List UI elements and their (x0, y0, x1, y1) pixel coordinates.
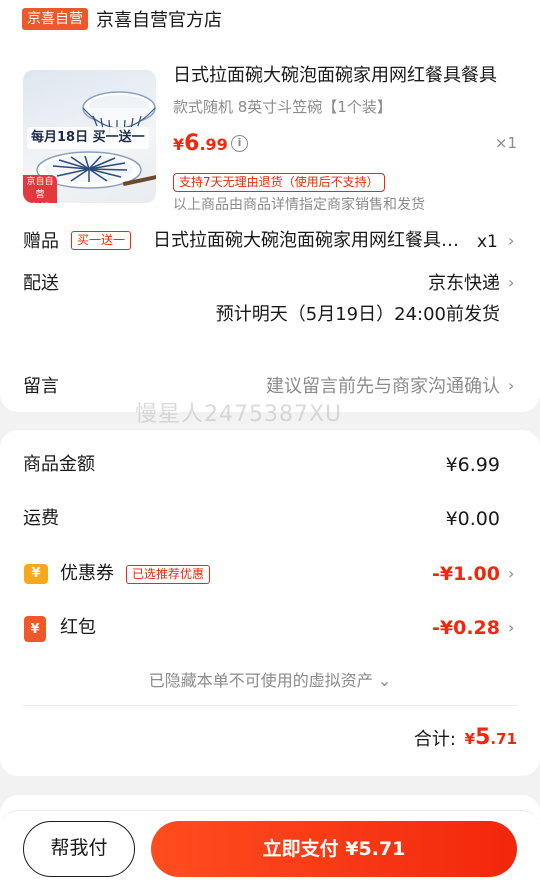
product-quantity: ×1 (494, 134, 517, 152)
gift-item-title[interactable]: 日式拉面碗大碗泡面碗家用网红餐具餐具 (153, 228, 471, 254)
pay-now-button[interactable]: 立即支付 ¥5.71 (151, 821, 517, 877)
coupon-recommended-tag: 已选推荐优惠 (126, 565, 211, 584)
chevron-right-icon[interactable]: › (508, 273, 514, 293)
chevron-right-icon[interactable]: › (508, 231, 514, 251)
red-packet-icon: ¥ (24, 616, 46, 642)
promo-banner: 每月18日 买一送一 (27, 127, 149, 149)
shipping-value: ¥0.00 (445, 508, 500, 530)
product-price: ¥6.99 (173, 131, 228, 156)
chevron-right-icon[interactable]: › (508, 618, 514, 638)
help-pay-button[interactable]: 帮我付 (23, 821, 135, 877)
info-icon[interactable]: i (231, 135, 248, 152)
delivery-label: 配送 (23, 273, 59, 294)
sales-note: 以上商品由商品详情指定商家销售和发货 (173, 197, 425, 213)
gift-label: 赠品 (23, 231, 59, 252)
red-packet-label[interactable]: 红包 (60, 615, 96, 641)
goods-amount-value: ¥6.99 (445, 454, 500, 476)
goods-amount-label: 商品金额 (23, 454, 95, 475)
product-image[interactable]: 每月18日 买一送一 京自自营包邮 (23, 70, 156, 203)
hidden-assets-toggle[interactable]: 已隐藏本单不可使用的虚拟资产 ⌄ (0, 670, 540, 692)
gift-quantity: x1 (477, 232, 498, 252)
coupon-label[interactable]: 优惠券 (60, 561, 114, 587)
coupon-value[interactable]: -¥1.00 (432, 561, 500, 587)
delivery-estimate: 预计明天（5月19日）24:00前发货 (215, 304, 500, 325)
message-label: 留言 (23, 376, 59, 397)
store-badge: 京喜自营 (22, 8, 88, 30)
store-name[interactable]: 京喜自营官方店 (96, 6, 222, 32)
gift-tag: 买一送一 (71, 231, 132, 250)
shipping-label: 运费 (23, 508, 59, 529)
product-spec[interactable]: 款式随机 8英寸斗笠碗【1个装】 (173, 96, 392, 118)
summary-card (0, 430, 540, 776)
total-label: 合计: (413, 729, 456, 750)
chevron-right-icon[interactable]: › (508, 564, 514, 584)
product-title[interactable]: 日式拉面碗大碗泡面碗家用网红餐具餐具 (173, 63, 518, 89)
coupon-icon: ¥ (24, 564, 48, 584)
free-shipping-tag: 京自自营包邮 (23, 175, 57, 203)
store-header[interactable]: 京喜自营 京喜自营官方店 (22, 6, 222, 32)
total-value: ¥5.71 (464, 725, 517, 750)
chevron-right-icon[interactable]: › (508, 376, 514, 396)
red-packet-value[interactable]: -¥0.28 (432, 615, 500, 641)
watermark: 慢星人2475387XU (135, 402, 343, 427)
delivery-method[interactable]: 京东快递 (428, 271, 500, 297)
divider (23, 705, 517, 706)
return-policy-tag: 支持7天无理由退货（使用后不支持） (173, 173, 385, 192)
